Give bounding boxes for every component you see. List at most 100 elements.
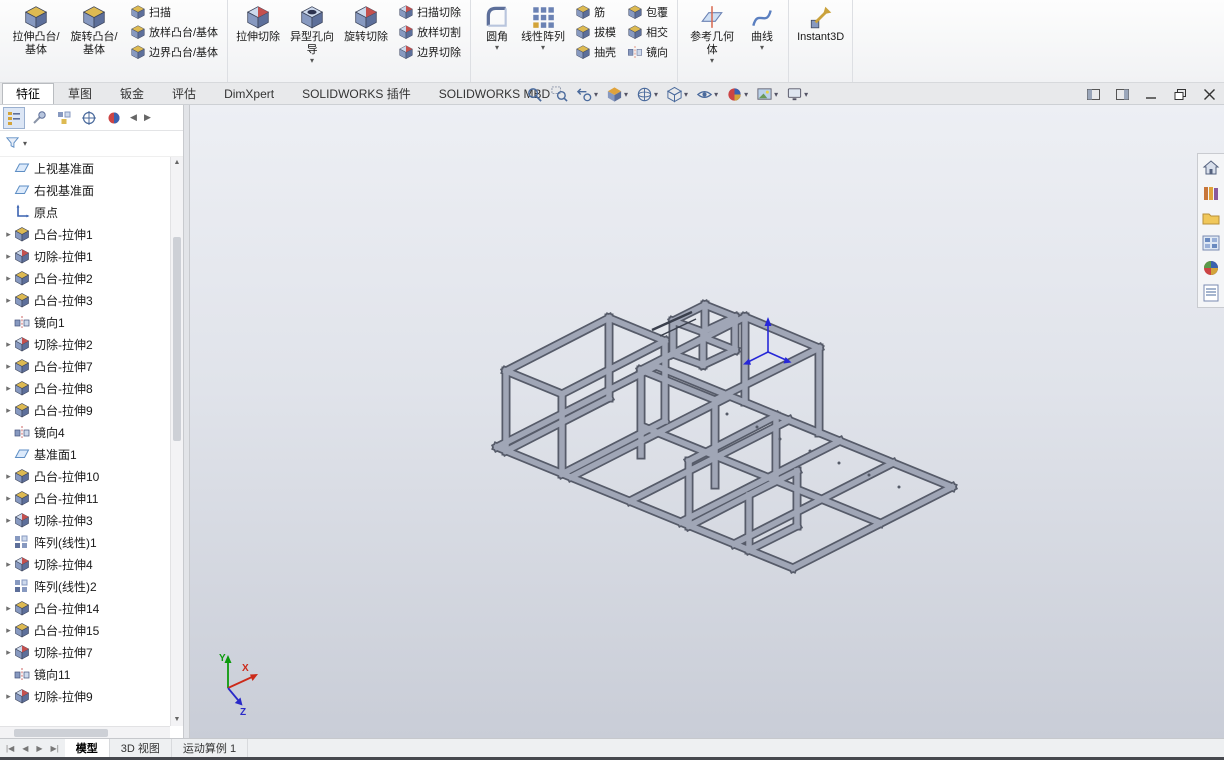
edit-appearance-button[interactable]: ▾ xyxy=(722,84,752,104)
tree-item[interactable]: ▸ 切除-拉伸7 xyxy=(0,641,170,663)
tree-item[interactable]: ▸ 切除-拉伸3 xyxy=(0,509,170,531)
wrap-button[interactable]: 包覆 xyxy=(623,2,672,22)
scrollbar-thumb[interactable] xyxy=(173,236,181,442)
commandmanager-tab-1[interactable]: 草图 xyxy=(54,83,106,104)
previous-view-button[interactable]: ▾ xyxy=(572,84,602,104)
section-view-button[interactable]: ▾ xyxy=(602,84,632,104)
extrude-boss-button[interactable]: 拉伸凸台/基体 xyxy=(8,2,64,59)
tree-item[interactable]: 阵列(线性)1 xyxy=(0,531,170,553)
tree-item[interactable]: ▸ 凸台-拉伸1 xyxy=(0,223,170,245)
commandmanager-tab-4[interactable]: DimXpert xyxy=(210,83,288,104)
loft-boss-button[interactable]: 放样凸台/基体 xyxy=(126,22,222,42)
curves-button[interactable]: 曲线 ▾ xyxy=(742,2,782,53)
rib-button[interactable]: 筋 xyxy=(571,2,620,22)
tree-item[interactable]: ▸ 凸台-拉伸14 xyxy=(0,597,170,619)
intersect-button[interactable]: 相交 xyxy=(623,22,672,42)
expand-arrow-icon[interactable]: ▸ xyxy=(3,295,14,306)
frame-model[interactable] xyxy=(490,298,959,575)
commandmanager-tab-2[interactable]: 钣金 xyxy=(106,83,158,104)
draft-button[interactable]: 拔模 xyxy=(571,22,620,42)
expand-arrow-icon[interactable]: ▸ xyxy=(3,515,14,526)
tree-item[interactable]: ▸ 凸台-拉伸3 xyxy=(0,289,170,311)
apply-scene-button[interactable]: ▾ xyxy=(752,84,782,104)
3d-model-canvas[interactable]: Y X Z xyxy=(190,105,1224,738)
tree-item[interactable]: 基准面1 xyxy=(0,443,170,465)
custom-properties-icon[interactable] xyxy=(1201,283,1221,303)
view-settings-button[interactable]: ▾ xyxy=(782,84,812,104)
loft-cut-button[interactable]: 放样切割 xyxy=(394,22,465,42)
boundary-cut-button[interactable]: 边界切除 xyxy=(394,42,465,62)
instant3d-button[interactable]: Instant3D xyxy=(795,2,846,46)
restore-button[interactable] xyxy=(1174,88,1187,100)
revolve-boss-button[interactable]: 旋转凸台/基体 xyxy=(66,2,122,59)
tab-scroll-arrow[interactable]: ◀ xyxy=(18,744,32,753)
reference-geometry-button[interactable]: 参考几何体 ▾ xyxy=(684,2,740,66)
view-orientation-button[interactable]: ▾ xyxy=(632,84,662,104)
filter-caret-icon[interactable]: ▾ xyxy=(23,140,27,148)
document-tab-2[interactable]: 运动算例 1 xyxy=(172,739,249,757)
tree-item[interactable]: 镜向11 xyxy=(0,663,170,685)
expand-arrow-icon[interactable]: ▸ xyxy=(3,493,14,504)
expand-arrow-icon[interactable]: ▸ xyxy=(3,229,14,240)
tree-item[interactable]: 镜向1 xyxy=(0,311,170,333)
tree-item[interactable]: 右视基准面 xyxy=(0,179,170,201)
tree-item[interactable]: ▸ 凸台-拉伸2 xyxy=(0,267,170,289)
expand-arrow-icon[interactable]: ▸ xyxy=(3,273,14,284)
filter-funnel-icon[interactable] xyxy=(5,135,20,153)
revolve-cut-button[interactable]: 旋转切除 xyxy=(342,2,390,46)
tree-item[interactable]: ▸ 切除-拉伸1 xyxy=(0,245,170,267)
tree-item[interactable]: ▸ 凸台-拉伸15 xyxy=(0,619,170,641)
pane-left-button[interactable] xyxy=(1087,88,1100,100)
expand-arrow-icon[interactable]: ▸ xyxy=(3,625,14,636)
minimize-button[interactable] xyxy=(1145,89,1158,100)
tree-item[interactable]: ▸ 凸台-拉伸9 xyxy=(0,399,170,421)
commandmanager-tab-0[interactable]: 特征 xyxy=(2,83,55,104)
shell-button[interactable]: 抽壳 xyxy=(571,42,620,62)
sweep-cut-button[interactable]: 扫描切除 xyxy=(394,2,465,22)
tree-item[interactable]: ▸ 凸台-拉伸10 xyxy=(0,465,170,487)
commandmanager-tab-3[interactable]: 评估 xyxy=(158,83,210,104)
mirror-button[interactable]: 镜向 xyxy=(623,42,672,62)
pane-right-button[interactable] xyxy=(1116,88,1129,100)
document-tab-0[interactable]: 模型 xyxy=(64,739,110,757)
scrollbar-thumb[interactable] xyxy=(14,729,108,737)
home-icon[interactable] xyxy=(1201,158,1221,178)
tab-scroll-arrow[interactable]: |◀ xyxy=(2,744,18,753)
expand-arrow-icon[interactable]: ▸ xyxy=(3,405,14,416)
extrude-cut-button[interactable]: 拉伸切除 xyxy=(234,2,282,46)
panel-nav-arrow[interactable]: ◀ xyxy=(128,112,139,123)
expand-arrow-icon[interactable]: ▸ xyxy=(3,647,14,658)
expand-arrow-icon[interactable]: ▸ xyxy=(3,559,14,570)
graphics-viewport[interactable]: Y X Z xyxy=(190,105,1224,738)
tree-item[interactable]: 镜向4 xyxy=(0,421,170,443)
view-palette-icon[interactable] xyxy=(1201,233,1221,253)
linear-pattern-button[interactable]: 线性阵列 ▾ xyxy=(519,2,567,53)
dimxpert-manager-tab[interactable] xyxy=(78,107,100,129)
panel-nav-arrow[interactable]: ▶ xyxy=(142,112,153,123)
close-button[interactable] xyxy=(1203,88,1216,100)
scroll-down-icon[interactable]: ▼ xyxy=(171,714,183,726)
tree-item[interactable]: ▸ 凸台-拉伸7 xyxy=(0,355,170,377)
tab-scroll-arrow[interactable]: ▶| xyxy=(47,744,63,753)
display-manager-tab[interactable] xyxy=(103,107,125,129)
tree-item[interactable]: ▸ 凸台-拉伸11 xyxy=(0,487,170,509)
scroll-up-icon[interactable]: ▲ xyxy=(171,157,183,169)
boundary-boss-button[interactable]: 边界凸台/基体 xyxy=(126,42,222,62)
zoom-area-button[interactable] xyxy=(547,84,572,104)
hide-show-items-button[interactable]: ▾ xyxy=(692,84,722,104)
appearances-icon[interactable] xyxy=(1201,258,1221,278)
expand-arrow-icon[interactable]: ▸ xyxy=(3,603,14,614)
hole-wizard-button[interactable]: 异型孔向导 ▾ xyxy=(284,2,340,66)
tree-item[interactable]: ▸ 切除-拉伸9 xyxy=(0,685,170,707)
tree-item[interactable]: 上视基准面 xyxy=(0,157,170,179)
expand-arrow-icon[interactable]: ▸ xyxy=(3,251,14,262)
feature-manager-design-tree-tab[interactable] xyxy=(3,106,25,129)
configuration-manager-tab[interactable] xyxy=(53,107,75,129)
zoom-fit-button[interactable] xyxy=(522,84,547,104)
document-tab-1[interactable]: 3D 视图 xyxy=(110,739,172,757)
tree-item[interactable]: 阵列(线性)2 xyxy=(0,575,170,597)
expand-arrow-icon[interactable]: ▸ xyxy=(3,471,14,482)
design-library-icon[interactable] xyxy=(1201,183,1221,203)
expand-arrow-icon[interactable]: ▸ xyxy=(3,691,14,702)
fillet-button[interactable]: 圆角 ▾ xyxy=(477,2,517,53)
